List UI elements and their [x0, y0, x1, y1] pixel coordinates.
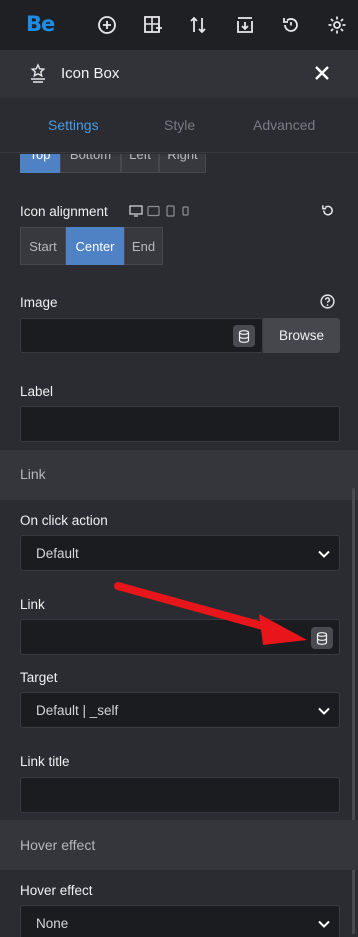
hover-effect-value: None — [36, 916, 69, 931]
chevron-down-icon — [318, 707, 330, 715]
link-input[interactable] — [20, 619, 340, 655]
responsive-device-icons[interactable] — [129, 205, 191, 217]
add-icon[interactable] — [96, 14, 118, 36]
hover-section-title: Hover effect — [20, 837, 96, 853]
label-input[interactable] — [20, 406, 340, 442]
target-select[interactable]: Default | _self — [20, 692, 340, 728]
sort-icon[interactable] — [187, 14, 209, 36]
panel-title: Icon Box — [61, 65, 120, 82]
reset-icon[interactable] — [321, 204, 334, 217]
hover-effect-select[interactable]: None — [20, 905, 340, 937]
link-title-input[interactable] — [20, 777, 340, 813]
chevron-down-icon — [318, 920, 330, 928]
tab-style-label[interactable]: Style — [164, 117, 195, 133]
help-icon[interactable] — [320, 294, 335, 309]
label-field-label: Label — [20, 384, 54, 399]
settings-icon[interactable] — [326, 14, 348, 36]
tab-bar-overlay: Settings Style Advanced — [0, 98, 358, 154]
on-click-action-label: On click action — [20, 513, 108, 528]
add-section-icon[interactable] — [142, 14, 164, 36]
tab-settings-label[interactable]: Settings — [48, 117, 99, 133]
link-label: Link — [20, 597, 45, 612]
top-toolbar: Be — [0, 0, 358, 50]
target-value: Default | _self — [36, 703, 119, 718]
import-icon[interactable] — [234, 14, 256, 36]
image-label: Image — [20, 295, 58, 310]
hover-section-header[interactable]: Hover effect — [0, 820, 358, 870]
link-section-header[interactable]: Link — [0, 450, 358, 500]
icon-alignment-label: Icon alignment — [20, 204, 108, 219]
tab-advanced-label[interactable]: Advanced — [253, 117, 315, 133]
align-end-button[interactable]: End — [124, 227, 163, 265]
hover-effect-label: Hover effect — [20, 883, 93, 898]
link-title-label: Link title — [20, 754, 70, 769]
browse-button[interactable]: Browse — [263, 318, 340, 353]
history-icon[interactable] — [280, 14, 302, 36]
panel-header: Icon Box — [0, 50, 358, 98]
on-click-action-value: Default — [36, 546, 79, 561]
target-label: Target — [20, 670, 58, 685]
dynamic-data-button[interactable] — [233, 325, 255, 347]
close-icon[interactable] — [313, 64, 331, 82]
on-click-action-select[interactable]: Default — [20, 535, 340, 571]
align-start-button[interactable]: Start — [20, 227, 66, 265]
link-section-title: Link — [20, 466, 46, 482]
be-logo[interactable]: Be — [26, 12, 55, 36]
database-icon — [238, 329, 250, 343]
align-center-button[interactable]: Center — [66, 227, 124, 265]
image-input[interactable] — [20, 318, 263, 353]
icon-alignment-group: Start Center End — [20, 227, 163, 265]
chevron-down-icon — [318, 550, 330, 558]
link-dynamic-data-button[interactable] — [311, 627, 333, 649]
database-icon — [316, 631, 328, 645]
star-podium-icon — [30, 63, 46, 83]
